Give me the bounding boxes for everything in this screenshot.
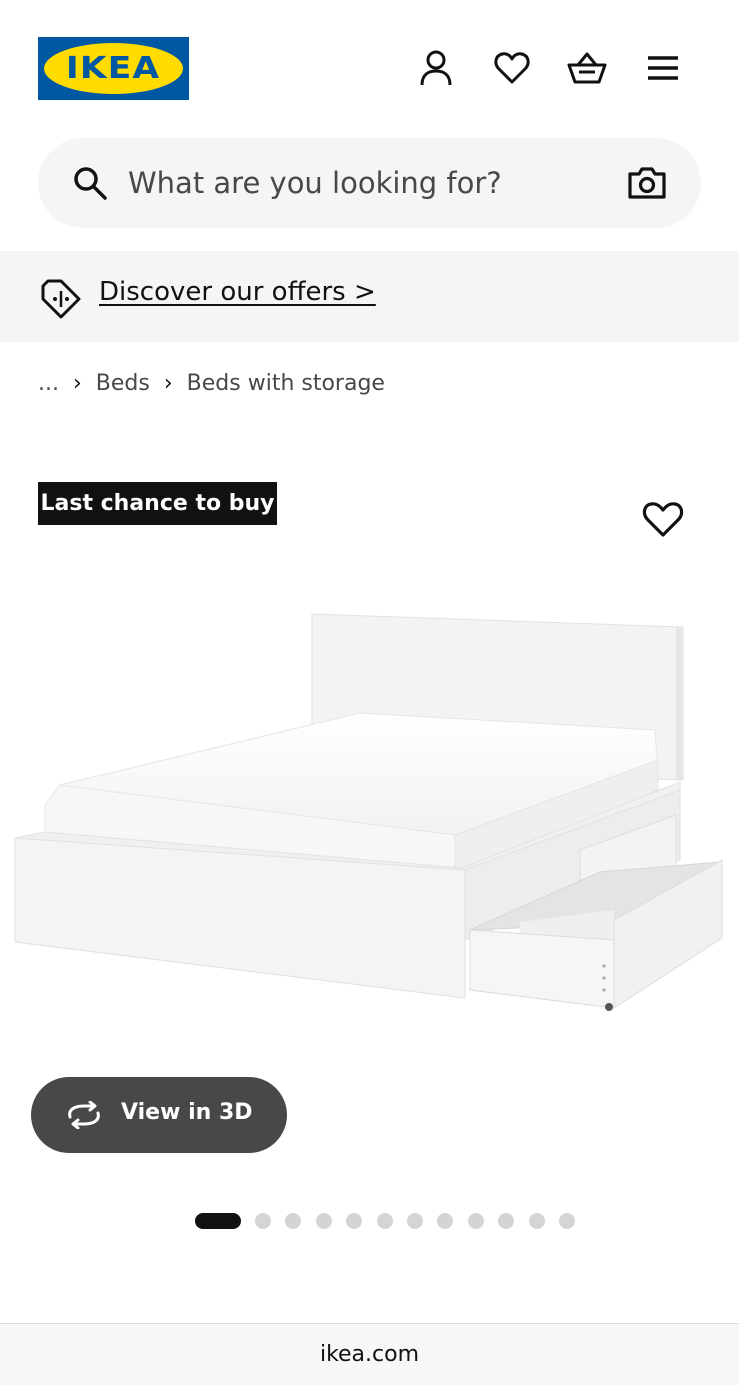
product-image[interactable]	[0, 600, 739, 1030]
ikea-logo[interactable]: IKEA	[38, 37, 189, 100]
heart-icon[interactable]	[641, 500, 685, 540]
carousel-dot[interactable]	[528, 1213, 545, 1229]
menu-icon[interactable]	[641, 46, 685, 90]
breadcrumb-ellipsis[interactable]: ...	[38, 371, 59, 396]
price-tag-icon	[41, 279, 81, 319]
chevron-right-icon: ›	[163, 370, 173, 396]
search-bar[interactable]	[38, 138, 701, 228]
view-in-3d-button[interactable]: View in 3D	[31, 1077, 287, 1153]
carousel-dot[interactable]	[406, 1213, 423, 1229]
discover-offers-link[interactable]: Discover our offers >	[99, 277, 376, 307]
logo-oval: IKEA	[44, 43, 183, 94]
breadcrumb-item-beds[interactable]: Beds	[96, 371, 150, 396]
carousel-dot[interactable]	[498, 1213, 515, 1229]
basket-icon[interactable]	[565, 46, 609, 90]
last-chance-badge: Last chance to buy	[38, 482, 277, 525]
view-in-3d-label: View in 3D	[121, 1100, 253, 1125]
camera-icon[interactable]	[628, 166, 666, 200]
carousel-dot[interactable]	[346, 1213, 363, 1229]
carousel-dot[interactable]	[315, 1213, 332, 1229]
breadcrumb-item-beds-with-storage[interactable]: Beds with storage	[187, 371, 385, 396]
carousel-dot[interactable]	[558, 1213, 575, 1229]
carousel-indicator	[195, 1213, 589, 1229]
search-icon[interactable]	[72, 165, 108, 201]
carousel-dot-active[interactable]	[195, 1213, 241, 1229]
carousel-dot[interactable]	[376, 1213, 393, 1229]
breadcrumb: ... › Beds › Beds with storage	[38, 366, 385, 400]
url-text: ikea.com	[319, 1342, 420, 1367]
carousel-dot[interactable]	[255, 1213, 271, 1229]
wishlist-heart-icon[interactable]	[490, 46, 534, 90]
carousel-dot[interactable]	[467, 1213, 484, 1229]
chevron-right-icon: ›	[72, 370, 82, 396]
carousel-dot[interactable]	[285, 1213, 302, 1229]
rotate-3d-icon	[68, 1101, 100, 1129]
browser-url-bar[interactable]: ikea.com	[0, 1323, 739, 1385]
carousel-dot[interactable]	[437, 1213, 454, 1229]
profile-icon[interactable]	[414, 46, 458, 90]
logo-text: IKEA	[66, 51, 161, 86]
search-input[interactable]	[126, 158, 596, 208]
